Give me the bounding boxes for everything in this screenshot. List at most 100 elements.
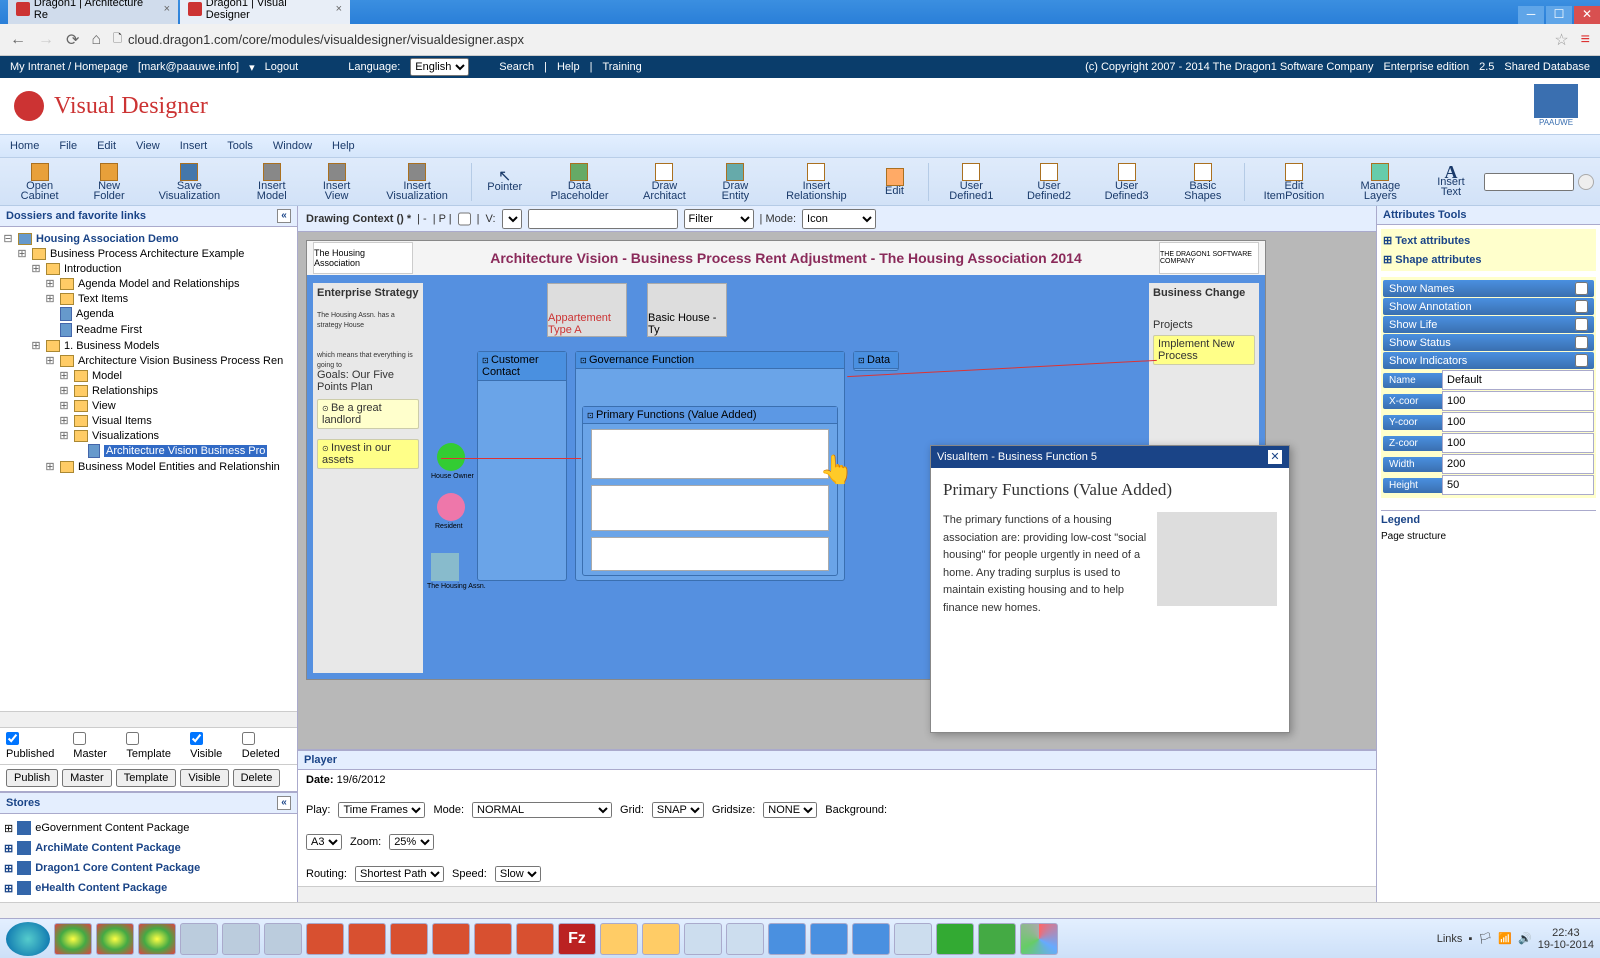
help-link[interactable]: Help [557,61,580,73]
taskbar-icon[interactable] [768,923,806,955]
actor-house-owner[interactable] [437,443,465,471]
taskbar-icon[interactable] [852,923,890,955]
menu-window[interactable]: Window [273,140,312,152]
menu-home[interactable]: Home [10,140,39,152]
edit-button[interactable]: Edit [870,160,920,204]
process-diagram-1[interactable] [591,429,829,479]
close-icon[interactable]: × [336,3,342,15]
maximize-button[interactable]: ☐ [1546,6,1572,24]
data-placeholder-button[interactable]: Data Placeholder [538,160,622,204]
taskbar-icon[interactable] [936,923,974,955]
taskbar-icon[interactable]: Fz [558,923,596,955]
stores-item[interactable]: ⊞Dragon1 Core Content Package [4,858,293,878]
collapse-icon[interactable]: « [277,796,291,810]
taskbar-icon[interactable] [306,923,344,955]
taskbar-icon[interactable] [600,923,638,955]
taskbar-icon[interactable] [432,923,470,955]
intranet-link[interactable]: My Intranet / Homepage [10,61,128,73]
taskbar-icon[interactable] [978,923,1016,955]
tree-item[interactable]: ⊞Business Process Architecture Example [2,246,295,261]
taskbar-icon[interactable] [642,923,680,955]
manage-layers-button[interactable]: Manage Layers [1343,160,1418,204]
tree-item[interactable]: ⊞Architecture Vision Business Process Re… [2,353,295,368]
edit-itemposition-button[interactable]: Edit ItemPosition [1253,160,1335,204]
filter-select[interactable]: Filter [684,209,754,229]
taskbar-icon[interactable] [348,923,386,955]
taskbar-icon[interactable] [684,923,722,955]
insert-relationship-button[interactable]: Insert Relationship [771,160,861,204]
browser-tab[interactable]: Dragon1 | Architecture Re × [8,0,178,24]
start-button[interactable] [6,922,50,956]
process-diagram-2[interactable] [591,485,829,531]
tray-icon[interactable]: 🔊 [1518,932,1532,945]
taskbar-icon[interactable] [138,923,176,955]
tray-icon[interactable]: 🏳 [1478,932,1492,945]
insert-text-button[interactable]: AInsert Text [1426,160,1476,204]
tree-item[interactable]: ⊞Model [2,368,295,383]
taskbar-icon[interactable] [1020,923,1058,955]
menu-icon[interactable]: ≡ [1581,31,1590,49]
p-checkbox[interactable] [458,209,471,229]
zcoor-input[interactable] [1442,433,1594,453]
taskbar-icon[interactable] [810,923,848,955]
visible-button[interactable]: Visible [180,769,228,787]
template-button[interactable]: Template [116,769,177,787]
close-icon[interactable]: × [164,3,170,15]
home-icon[interactable]: ⌂ [91,31,101,49]
app-hscroll[interactable] [0,902,1600,918]
tree-item[interactable]: ⊞Relationships [2,383,295,398]
primary-functions-box[interactable]: ⊡ Primary Functions (Value Added) [582,406,838,576]
publish-button[interactable]: Publish [6,769,58,787]
draw-entity-button[interactable]: Draw Entity [708,160,764,204]
tree-item[interactable]: Agenda [2,306,295,322]
data-box[interactable]: ⊡ Data [853,351,899,371]
tree-hscroll[interactable] [0,711,297,727]
bookmark-icon[interactable]: ☆ [1554,30,1568,50]
paper-select[interactable]: A3 [306,834,342,850]
tree-item[interactable]: ⊞1. Business Models [2,338,295,353]
show-indicators-toggle[interactable]: Show Indicators [1383,352,1594,369]
tree-item[interactable]: ⊞Agenda Model and Relationships [2,276,295,291]
tree-item[interactable]: Architecture Vision Business Pro [2,443,295,459]
play-select[interactable]: Time Frames [338,802,425,818]
open-cabinet-button[interactable]: Open Cabinet [6,160,73,204]
basic-house-image[interactable]: Basic House - Ty [647,283,727,337]
customer-contact-box[interactable]: ⊡ Customer Contact [477,351,567,581]
v-select[interactable] [502,209,522,229]
user-defined1-button[interactable]: User Defined1 [936,160,1006,204]
taskbar-icon[interactable] [54,923,92,955]
tree-item[interactable]: ⊞Introduction [2,261,295,276]
master-button[interactable]: Master [62,769,112,787]
show-status-toggle[interactable]: Show Status [1383,334,1594,351]
menu-view[interactable]: View [136,140,160,152]
routing-select[interactable]: Shortest Path [355,866,444,882]
taskbar-icon[interactable] [222,923,260,955]
menu-help[interactable]: Help [332,140,355,152]
taskbar-icon[interactable] [264,923,302,955]
forward-icon[interactable]: → [38,31,54,49]
published-check[interactable]: Published [6,732,65,760]
tray-icon[interactable]: 📶 [1498,932,1512,945]
browser-tab-active[interactable]: Dragon1 | Visual Designer × [180,0,350,24]
taskbar-icon[interactable] [516,923,554,955]
training-link[interactable]: Training [602,61,641,73]
text-attributes-head[interactable]: ⊞ Text attributes [1383,231,1594,250]
menu-insert[interactable]: Insert [180,140,208,152]
search-link[interactable]: Search [499,61,534,73]
delete-button[interactable]: Delete [233,769,281,787]
taskbar-icon[interactable] [390,923,428,955]
show-names-toggle[interactable]: Show Names [1383,280,1594,297]
tree-item[interactable]: Readme First [2,322,295,338]
shape-attributes-head[interactable]: ⊞ Shape attributes [1383,250,1594,269]
popup-header[interactable]: VisualItem - Business Function 5 ✕ [931,446,1289,468]
taskbar-icon[interactable] [96,923,134,955]
tree-item[interactable]: ⊞Business Model Entities and Relationshi… [2,459,295,474]
tree-root[interactable]: Housing Association Demo [36,233,179,245]
apt-type-a-image[interactable]: Appartement Type A [547,283,627,337]
name-input[interactable] [1442,370,1594,390]
clock-date[interactable]: 19-10-2014 [1538,939,1594,951]
stores-item[interactable]: ⊞ArchiMate Content Package [4,838,293,858]
tree-item[interactable]: ⊞View [2,398,295,413]
taskbar-icon[interactable] [726,923,764,955]
gridsize-select[interactable]: NONE [763,802,817,818]
